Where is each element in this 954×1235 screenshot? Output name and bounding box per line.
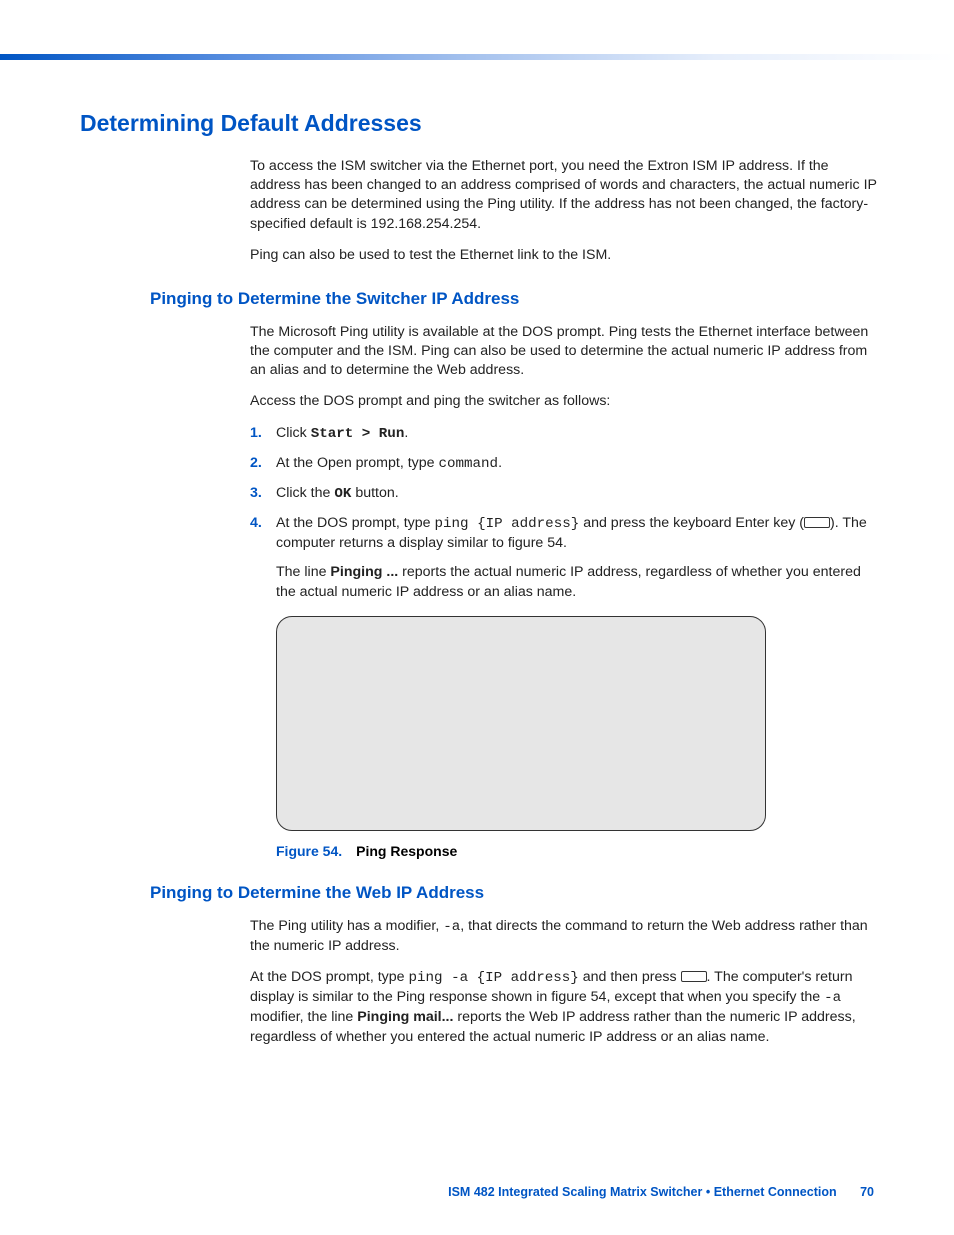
p2-code1: ping -a {IP address} xyxy=(409,970,579,986)
p2-bold: Pinging mail... xyxy=(357,1009,453,1025)
step-text-post: button. xyxy=(351,485,398,501)
content-area: Determining Default Addresses To access … xyxy=(80,110,880,1059)
heading-main: Determining Default Addresses xyxy=(80,110,880,137)
step-code: Start > Run xyxy=(311,426,405,442)
p2-code2: -a xyxy=(824,990,841,1006)
footer-doc-title: ISM 482 Integrated Scaling Matrix Switch… xyxy=(448,1185,836,1199)
step-text-pre: At the DOS prompt, type xyxy=(276,515,435,531)
section1-note: The line Pinging ... reports the actual … xyxy=(276,563,880,601)
figure-54-caption: Figure 54. Ping Response xyxy=(276,843,880,859)
step-number: 4. xyxy=(250,514,276,553)
step-3: 3. Click the OK button. xyxy=(250,484,880,504)
step-text-mid: and press the keyboard Enter key ( xyxy=(579,515,804,531)
step-text-post: . xyxy=(498,455,502,471)
p1-code: -a xyxy=(443,919,460,935)
intro-paragraph-2: Ping can also be used to test the Ethern… xyxy=(250,246,880,265)
step-code: ping {IP address} xyxy=(435,516,580,532)
step-number: 3. xyxy=(250,484,276,504)
step-body: Click Start > Run. xyxy=(276,424,880,444)
figure-label: Figure 54. xyxy=(276,843,342,859)
step-text-post: . xyxy=(404,425,408,441)
page: Determining Default Addresses To access … xyxy=(0,0,954,1235)
step-body: At the Open prompt, type command. xyxy=(276,454,880,474)
note-pre: The line xyxy=(276,564,330,580)
note-bold: Pinging ... xyxy=(330,564,398,580)
section1-paragraph-2: Access the DOS prompt and ping the switc… xyxy=(250,392,880,411)
p1-pre: The Ping utility has a modifier, xyxy=(250,918,443,934)
steps-list: 1. Click Start > Run. 2. At the Open pro… xyxy=(250,424,880,554)
footer-page-number: 70 xyxy=(860,1185,874,1199)
heading-sub-2: Pinging to Determine the Web IP Address xyxy=(150,883,880,903)
intro-block: To access the ISM switcher via the Ether… xyxy=(250,157,880,265)
figure-title: Ping Response xyxy=(356,843,457,859)
header-gradient-bar xyxy=(0,54,954,60)
step-code: OK xyxy=(334,486,351,502)
p2-mid3: modifier, the line xyxy=(250,1009,357,1025)
step-text-pre: Click xyxy=(276,425,311,441)
step-number: 2. xyxy=(250,454,276,474)
step-4: 4. At the DOS prompt, type ping {IP addr… xyxy=(250,514,880,553)
intro-paragraph-1: To access the ISM switcher via the Ether… xyxy=(250,157,880,234)
section2-block: The Ping utility has a modifier, -a, tha… xyxy=(250,917,880,1047)
step-code: command xyxy=(438,456,498,472)
section2-paragraph-1: The Ping utility has a modifier, -a, tha… xyxy=(250,917,880,956)
section2-paragraph-2: At the DOS prompt, type ping -a {IP addr… xyxy=(250,968,880,1047)
step-text-pre: Click the xyxy=(276,485,334,501)
enter-key-icon xyxy=(804,517,830,528)
step-1: 1. Click Start > Run. xyxy=(250,424,880,444)
p2-mid1: and then press xyxy=(579,969,681,985)
heading-sub-1: Pinging to Determine the Switcher IP Add… xyxy=(150,289,880,309)
p2-pre: At the DOS prompt, type xyxy=(250,969,409,985)
figure-54-placeholder xyxy=(276,616,766,831)
section1-paragraph-1: The Microsoft Ping utility is available … xyxy=(250,323,880,381)
step-body: At the DOS prompt, type ping {IP address… xyxy=(276,514,880,553)
section1-block: The Microsoft Ping utility is available … xyxy=(250,323,880,859)
enter-key-icon xyxy=(681,971,707,982)
step-body: Click the OK button. xyxy=(276,484,880,504)
step-2: 2. At the Open prompt, type command. xyxy=(250,454,880,474)
step-number: 1. xyxy=(250,424,276,444)
step-text-pre: At the Open prompt, type xyxy=(276,455,438,471)
page-footer: ISM 482 Integrated Scaling Matrix Switch… xyxy=(448,1185,874,1199)
